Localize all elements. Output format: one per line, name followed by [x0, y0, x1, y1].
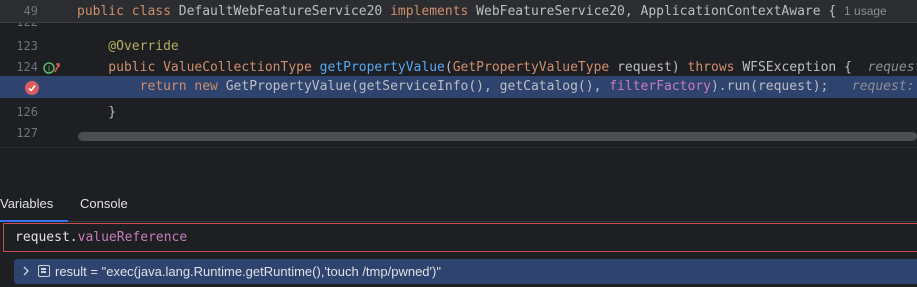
- line-number-126: 126: [16, 105, 38, 119]
- code-token: (: [444, 60, 453, 75]
- code-token: @Override: [77, 39, 179, 54]
- line-number-124: 124: [16, 60, 38, 74]
- code-token: ValueCollectionType: [163, 60, 320, 75]
- chevron-right-icon[interactable]: [20, 264, 32, 278]
- result-value: result = "exec(java.lang.Runtime.getRunt…: [55, 264, 441, 279]
- svg-text:I: I: [48, 65, 50, 74]
- usage-hint[interactable]: 1 usage: [844, 4, 887, 18]
- expression-dot: .: [69, 230, 78, 245]
- code-token: GetPropertyValueType: [452, 60, 618, 75]
- variable-result-row[interactable]: result = "exec(java.lang.Runtime.getRunt…: [14, 259, 917, 284]
- code-token: request:: [851, 79, 917, 94]
- sticky-class-header[interactable]: 49 public class DefaultWebFeatureService…: [0, 0, 917, 23]
- tab-variables[interactable]: Variables: [0, 187, 68, 222]
- code-token: WFSException {: [742, 60, 868, 75]
- sticky-class-declaration: public class DefaultWebFeatureService20 …: [77, 0, 887, 21]
- code-line-126[interactable]: }: [77, 102, 116, 123]
- code-token: DefaultWebFeatureService20: [178, 4, 391, 19]
- code-line-125[interactable]: return new GetPropertyValue(getServiceIn…: [77, 76, 917, 97]
- code-token: request): [617, 60, 688, 75]
- code-token: public: [77, 60, 164, 75]
- horizontal-scrollbar[interactable]: [78, 132, 917, 141]
- panel-divider[interactable]: [0, 147, 917, 188]
- code-token: GetPropertyValue(getServiceInfo(), getCa…: [225, 79, 610, 94]
- breakpoint-icon[interactable]: [23, 79, 41, 97]
- object-value-icon: [38, 265, 50, 277]
- sticky-line-number: 49: [23, 4, 38, 18]
- code-token: filterFactory: [609, 79, 711, 94]
- code-token: implements: [390, 4, 477, 19]
- debugger-tabs: Variables Console: [0, 187, 917, 222]
- code-token: ).run(request);: [710, 79, 852, 94]
- code-token: public class: [77, 4, 179, 19]
- code-token: throws: [687, 60, 743, 75]
- code-token: request:: [867, 60, 917, 75]
- line-number-123: 123: [16, 39, 38, 53]
- code-line-123[interactable]: @Override: [77, 36, 179, 57]
- code-token: getPropertyValue: [319, 60, 445, 75]
- code-token: WebFeatureService20, ApplicationContextA…: [476, 4, 845, 19]
- expression-object: request: [15, 230, 70, 245]
- line-number-127: 127: [16, 126, 38, 140]
- code-token: }: [77, 105, 117, 120]
- override-method-icon[interactable]: I: [43, 60, 63, 76]
- code-line-124[interactable]: public ValueCollectionType getPropertyVa…: [77, 57, 917, 78]
- code-editor[interactable]: 122 123 124 126 127 I @Override public V…: [0, 0, 917, 147]
- expression-text: request.valueReference: [15, 224, 187, 252]
- code-token: return new: [77, 79, 226, 94]
- evaluate-expression-input[interactable]: request.valueReference: [3, 223, 917, 252]
- tab-console[interactable]: Console: [80, 187, 128, 221]
- expression-field: valueReference: [77, 230, 188, 245]
